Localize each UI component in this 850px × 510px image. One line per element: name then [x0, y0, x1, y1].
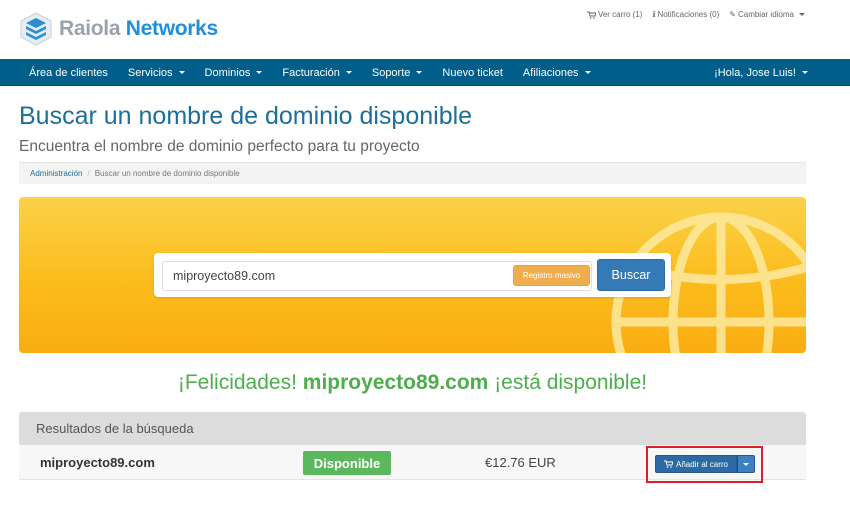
nav-item-dominios[interactable]: Dominios	[195, 59, 273, 86]
info-icon: ℹ	[652, 10, 656, 19]
chevron-down-icon	[802, 71, 808, 74]
chevron-down-icon	[345, 71, 352, 74]
add-to-cart-dropdown-toggle[interactable]	[737, 455, 755, 473]
add-to-cart-button[interactable]: Añadir al carro	[655, 455, 737, 473]
breadcrumb: Administración / Buscar un nombre de dom…	[19, 162, 806, 184]
chevron-down-icon	[178, 71, 185, 74]
chevron-down-icon	[256, 71, 263, 74]
notifications-link[interactable]: ℹ Notificaciones (0)	[652, 10, 719, 19]
available-domain: miproyecto89.com	[302, 371, 489, 394]
page-title: Buscar un nombre de dominio disponible	[19, 102, 473, 130]
cart-icon	[586, 11, 596, 19]
nav-item-servicios[interactable]: Servicios	[118, 59, 195, 86]
header: Raiola Networks Ver carro (1) ℹ Notifica…	[0, 0, 850, 60]
bulk-registration-button[interactable]: Registro masivo	[513, 265, 590, 286]
translate-icon: ✎	[729, 10, 736, 19]
chevron-down-icon	[743, 462, 749, 466]
nav-item-area-de-clientes[interactable]: Área de clientes	[19, 59, 118, 86]
breadcrumb-separator: /	[87, 169, 90, 178]
breadcrumb-current: Buscar un nombre de dominio disponible	[94, 169, 240, 178]
main-nav: Área de clientes Servicios Dominios Factura…	[0, 59, 850, 86]
user-menu[interactable]: ¡Hola, Jose Luis!	[714, 59, 808, 86]
nav-item-soporte[interactable]: Soporte	[362, 59, 433, 86]
cart-icon	[663, 460, 673, 468]
breadcrumb-home-link[interactable]: Administración	[30, 169, 82, 178]
change-language-link[interactable]: ✎ Cambiar idioma	[729, 10, 805, 19]
top-links: Ver carro (1) ℹ Notificaciones (0) ✎ Cam…	[586, 10, 805, 19]
domain-search-box: Registro masivo Buscar	[154, 253, 671, 297]
result-domain: miproyecto89.com	[40, 455, 155, 470]
nav-items: Área de clientes Servicios Dominios Factura…	[19, 59, 601, 86]
page-subtitle: Encuentra el nombre de dominio perfecto …	[19, 138, 420, 155]
nav-item-facturacion[interactable]: Facturación	[272, 59, 361, 86]
chevron-down-icon	[799, 13, 805, 16]
view-cart-link[interactable]: Ver carro (1)	[586, 10, 642, 19]
nav-item-nuevo-ticket[interactable]: Nuevo ticket	[432, 59, 513, 86]
nav-item-afiliaciones[interactable]: Afiliaciones	[513, 59, 601, 86]
stacked-cubes-icon	[20, 12, 52, 46]
availability-message: ¡Felicidades! miproyecto89.com ¡está dis…	[177, 371, 648, 394]
status-badge: Disponible	[303, 451, 391, 475]
results-header: Resultados de la búsqueda	[19, 412, 806, 445]
chevron-down-icon	[584, 71, 591, 74]
brand-name: Raiola Networks	[59, 17, 218, 40]
result-price: €12.76 EUR	[485, 455, 556, 470]
search-button[interactable]: Buscar	[597, 259, 665, 291]
chevron-down-icon	[416, 71, 423, 74]
logo[interactable]: Raiola Networks	[20, 12, 218, 46]
